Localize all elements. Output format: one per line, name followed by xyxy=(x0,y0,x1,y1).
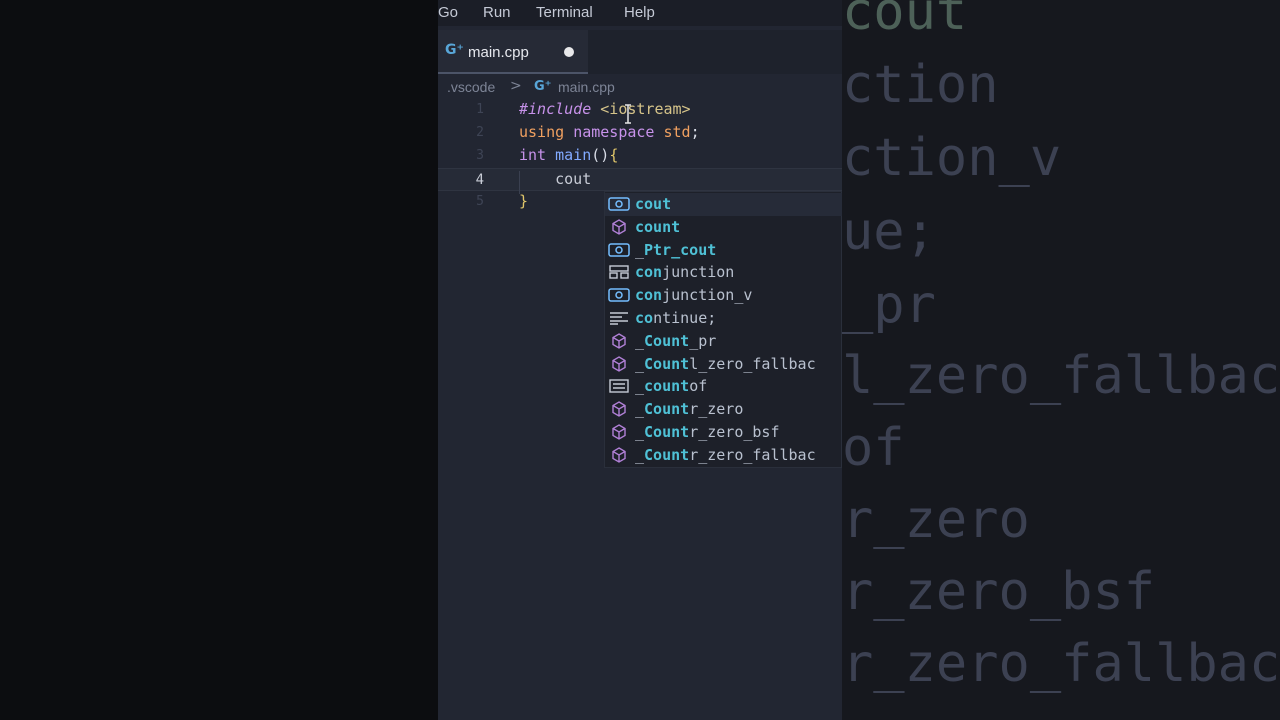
cube-icon xyxy=(608,218,630,235)
code-line[interactable]: 2 using namespace std; xyxy=(438,122,842,145)
suggestion-label: _Ptr_cout xyxy=(635,240,717,259)
suggestion-item[interactable]: conjunction xyxy=(605,261,842,284)
enum-icon xyxy=(608,378,630,394)
suggestion-label: cout xyxy=(635,195,672,213)
tab-label: main.cpp xyxy=(468,44,529,61)
line-number: 1 xyxy=(476,102,484,117)
menu-go[interactable]: Go xyxy=(438,4,458,21)
cpp-file-icon: G⁺ xyxy=(445,42,464,58)
menu-run[interactable]: Run xyxy=(483,4,511,21)
tab-main-cpp[interactable]: G⁺ main.cpp xyxy=(438,30,588,74)
unsaved-dot-icon[interactable] xyxy=(564,47,574,57)
variable-icon xyxy=(608,287,630,303)
snippet-icon xyxy=(608,310,630,326)
line-number: 4 xyxy=(475,172,484,188)
bg-text: cout xyxy=(842,0,968,42)
cube-icon xyxy=(608,401,630,417)
menu-help[interactable]: Help xyxy=(624,4,655,21)
suggestion-label: _Count_pr xyxy=(635,331,717,350)
line-number: 3 xyxy=(476,148,484,163)
bg-text: ction xyxy=(842,55,999,115)
code-text: #include <iostream> xyxy=(519,100,691,118)
suggestion-label: _Countr_zero_bsf xyxy=(635,423,780,441)
line-number: 2 xyxy=(476,125,484,140)
autocomplete-suggestions[interactable]: cout count _Ptr_cout conjunction conjunction… xyxy=(604,191,842,468)
struct-icon xyxy=(608,264,630,280)
suggestion-label: conjunction_v xyxy=(635,286,753,305)
cube-icon xyxy=(608,355,630,372)
variable-icon xyxy=(608,196,630,212)
bg-text: r_zero xyxy=(842,490,1030,550)
code-line[interactable]: 4 cout xyxy=(438,168,842,191)
bg-text: r_zero_fallbac xyxy=(842,634,1280,694)
bg-text: l_zero_fallbac xyxy=(842,346,1280,406)
menu-terminal[interactable]: Terminal xyxy=(536,4,593,21)
right-zoomed-background: cout ction ction_v ue; _pr l_zero_fallba… xyxy=(842,0,1280,720)
suggestion-item[interactable]: _Countr_zero_fallbac xyxy=(605,444,842,467)
cube-icon xyxy=(608,446,630,463)
suggestion-label: _Countr_zero_fallbac xyxy=(635,445,816,464)
left-blur-panel xyxy=(0,0,438,720)
line-number: 5 xyxy=(476,194,484,209)
suggestion-item[interactable]: _Countr_zero xyxy=(605,398,842,421)
suggestion-item[interactable]: _Countr_zero_bsf xyxy=(605,421,842,444)
code-line[interactable]: 1 #include <iostream> xyxy=(438,99,842,122)
suggestion-item[interactable]: count xyxy=(605,216,842,239)
suggestion-label: count xyxy=(635,217,681,236)
bg-text: _pr xyxy=(842,275,936,335)
suggestion-item[interactable]: continue; xyxy=(605,307,842,330)
cube-icon xyxy=(608,424,630,440)
suggestion-item[interactable]: _countof xyxy=(605,375,842,398)
suggestion-label: _countof xyxy=(635,377,708,396)
suggestion-label: _Countr_zero xyxy=(635,400,744,419)
bg-text: ue; xyxy=(842,202,936,262)
variable-icon xyxy=(608,242,630,258)
suggestion-item[interactable]: _Countl_zero_fallbac xyxy=(605,353,842,376)
code-text: } xyxy=(519,192,529,210)
suggestion-item[interactable]: _Count_pr xyxy=(605,330,842,353)
suggestion-label: conjunction xyxy=(635,263,735,282)
suggestion-item[interactable]: conjunction_v xyxy=(605,284,842,307)
chevron-right-icon: > xyxy=(510,78,522,94)
code-line[interactable]: 3 int main(){ xyxy=(438,145,842,168)
text-cursor-icon xyxy=(625,104,631,124)
cpp-file-icon: G⁺ xyxy=(534,79,552,94)
suggestion-label: _Countl_zero_fallbac xyxy=(635,354,816,373)
bg-text: of xyxy=(842,418,905,478)
suggestion-item[interactable]: cout xyxy=(605,193,842,216)
breadcrumb-file[interactable]: main.cpp xyxy=(558,79,615,95)
code-text: int main(){ xyxy=(519,146,619,164)
cube-icon xyxy=(608,332,630,349)
breadcrumb-folder[interactable]: .vscode xyxy=(447,79,495,95)
suggestion-label: continue; xyxy=(635,309,717,327)
breadcrumb: .vscode > G⁺ main.cpp xyxy=(438,74,842,100)
indent-guide xyxy=(519,171,520,194)
bg-text: ction_v xyxy=(842,128,1062,188)
code-text: using namespace std; xyxy=(519,123,700,141)
code-text: cout xyxy=(519,170,592,188)
suggestion-item[interactable]: _Ptr_cout xyxy=(605,239,842,262)
menu-bar: Go Run Terminal Help xyxy=(438,0,842,26)
bg-text: r_zero_bsf xyxy=(842,562,1156,622)
tab-bar: G⁺ main.cpp xyxy=(438,30,842,74)
code-editor-window: Go Run Terminal Help G⁺ main.cpp .vscode… xyxy=(438,0,842,720)
